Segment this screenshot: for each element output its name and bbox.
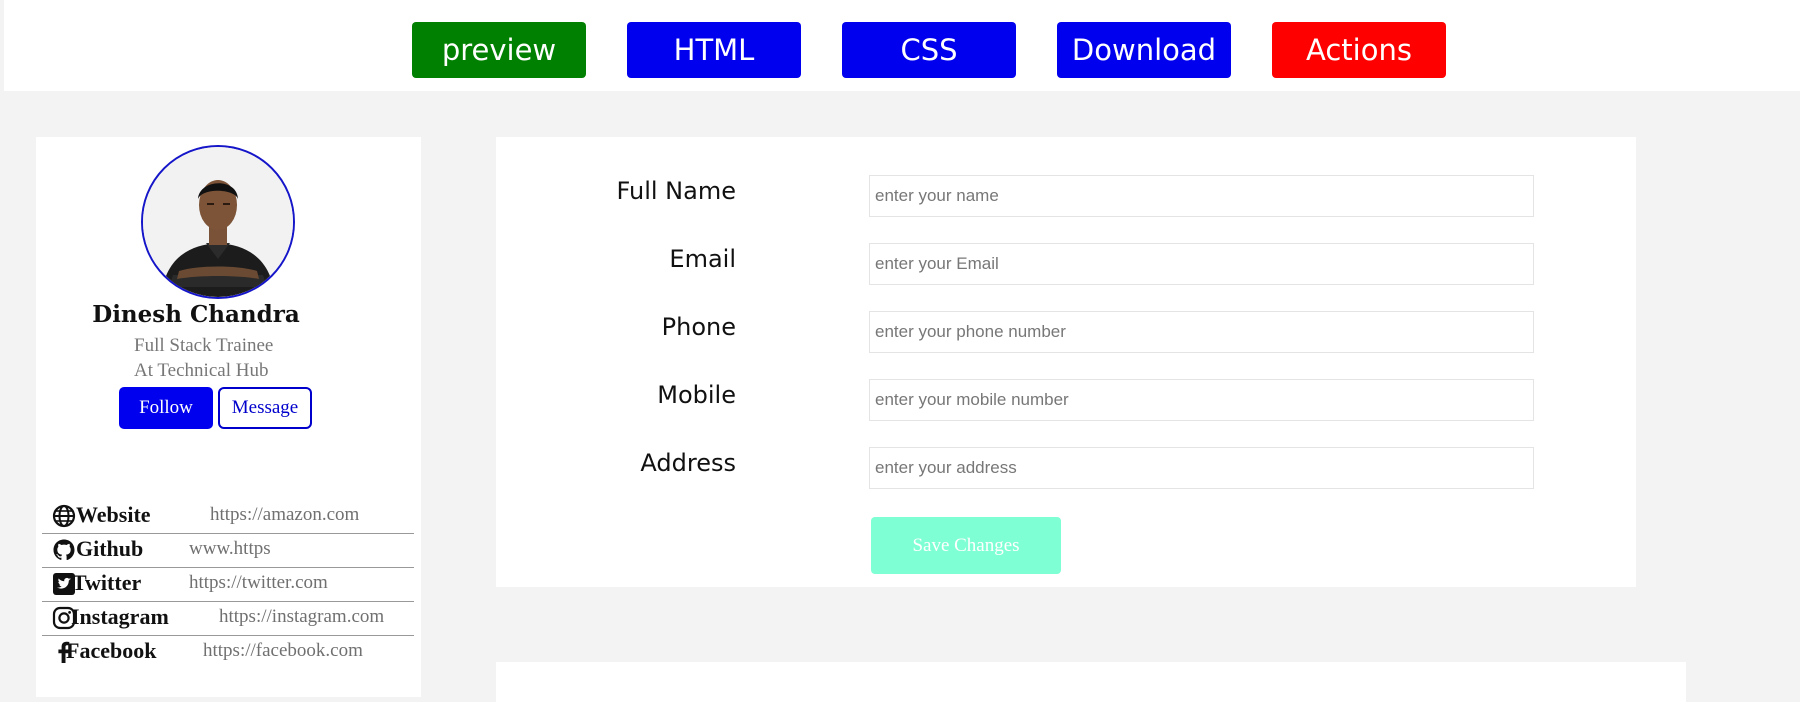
link-url-instagram[interactable]: https://instagram.com — [219, 606, 384, 628]
github-icon — [53, 539, 75, 561]
social-links: Website https://amazon.com Github www.ht… — [42, 500, 414, 669]
profile-form: Full Name Email Phone Mobile Address Sav… — [496, 137, 1636, 587]
address-input[interactable] — [869, 447, 1534, 489]
preview-button[interactable]: preview — [412, 22, 586, 78]
message-button[interactable]: Message — [218, 387, 312, 429]
link-label-website: Website — [76, 502, 151, 527]
secondary-panel — [496, 662, 1686, 702]
actions-button[interactable]: Actions — [1272, 22, 1446, 78]
profile-card: Dinesh Chandra Full Stack Trainee At Tec… — [36, 137, 421, 697]
save-changes-button[interactable]: Save Changes — [871, 517, 1061, 574]
link-row-instagram: Instagram https://instagram.com — [42, 602, 414, 636]
profile-role: Full Stack Trainee — [134, 335, 274, 356]
link-url-github[interactable]: www.https — [189, 538, 271, 560]
link-url-facebook[interactable]: https://facebook.com — [203, 640, 363, 662]
globe-icon — [52, 504, 76, 528]
address-label: Address — [640, 449, 736, 477]
full-name-label: Full Name — [616, 177, 736, 205]
link-row-facebook: Facebook https://facebook.com — [42, 636, 414, 669]
link-label-facebook: Facebook — [66, 638, 157, 663]
link-url-twitter[interactable]: https://twitter.com — [189, 572, 328, 594]
link-url-website[interactable]: https://amazon.com — [210, 504, 359, 526]
link-label-instagram: Instagram — [71, 604, 169, 629]
html-button[interactable]: HTML — [627, 22, 801, 78]
follow-button[interactable]: Follow — [119, 387, 213, 429]
mobile-label: Mobile — [657, 381, 736, 409]
full-name-input[interactable] — [869, 175, 1534, 217]
link-row-github: Github www.https — [42, 534, 414, 568]
link-row-website: Website https://amazon.com — [42, 500, 414, 534]
email-label: Email — [669, 245, 736, 273]
profile-name: Dinesh Chandra — [92, 301, 300, 328]
phone-input[interactable] — [869, 311, 1534, 353]
link-row-twitter: Twitter https://twitter.com — [42, 568, 414, 602]
person-photo — [143, 147, 293, 297]
link-label-github: Github — [76, 536, 144, 561]
mobile-input[interactable] — [869, 379, 1534, 421]
download-button[interactable]: Download — [1057, 22, 1231, 78]
phone-label: Phone — [661, 313, 736, 341]
link-label-twitter: Twitter — [72, 570, 142, 595]
profile-organization: At Technical Hub — [134, 360, 269, 381]
css-button[interactable]: CSS — [842, 22, 1016, 78]
avatar — [141, 145, 295, 299]
email-input[interactable] — [869, 243, 1534, 285]
